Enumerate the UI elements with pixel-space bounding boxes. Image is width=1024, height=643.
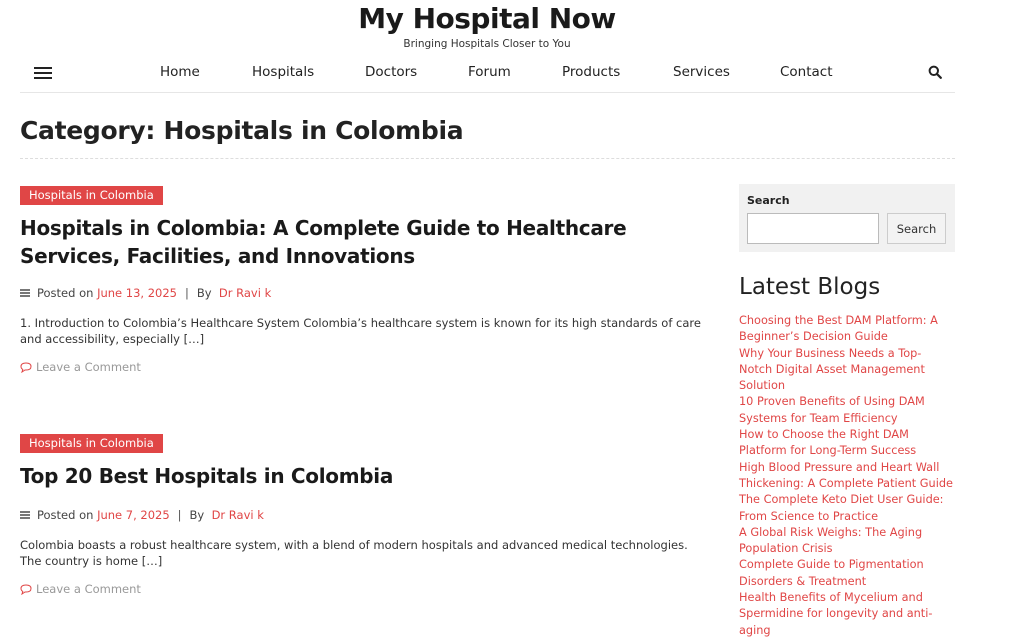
leave-comment-link[interactable]: Leave a Comment [20,360,710,374]
by-label: By [189,508,205,522]
post-excerpt: 1. Introduction to Colombia’s Healthcare… [20,315,710,347]
post-title-line[interactable]: Hospitals in Colombia: A Complete Guide … [20,214,710,242]
excerpt-line: and accessibility, especially […] [20,332,205,346]
latest-blogs-heading: Latest Blogs [739,274,881,300]
list-lines-icon [20,288,30,299]
post-card: Hospitals in Colombia Top 20 Best Hospit… [20,432,710,490]
nav-item-products[interactable]: Products [562,64,620,80]
latest-blog-link[interactable]: Solution [739,378,957,394]
nav-item-doctors[interactable]: Doctors [365,64,417,80]
search-input[interactable] [747,213,879,244]
posted-on-label: Posted on [37,508,94,522]
leave-comment-label[interactable]: Leave a Comment [36,582,141,596]
latest-blog-link[interactable]: From Science to Practice [739,509,957,525]
site-tagline: Bringing Hospitals Closer to You [403,38,571,50]
by-label: By [196,286,212,300]
post-title-line[interactable]: Services, Facilities, and Innovations [20,242,710,270]
excerpt-line: Colombia boasts a robust healthcare syst… [20,538,688,552]
post-date-link[interactable]: June 7, 2025 [97,508,170,522]
latest-blog-link[interactable]: Complete Guide to Pigmentation [739,557,957,573]
category-badge[interactable]: Hospitals in Colombia [20,186,163,205]
category-badge[interactable]: Hospitals in Colombia [20,434,163,453]
latest-blog-link[interactable]: Beginner’s Decision Guide [739,329,957,345]
latest-blog-link[interactable]: Population Crisis [739,541,957,557]
latest-blog-link[interactable]: Why Your Business Needs a Top- [739,346,957,362]
search-button[interactable]: Search [887,213,946,244]
latest-blogs-list: Choosing the Best DAM Platform: A Beginne… [739,313,957,639]
search-label: Search [747,194,790,207]
page-title: Category: Hospitals in Colombia [20,116,464,145]
main-navigation: Home Hospitals Doctors Forum Products Se… [20,58,955,93]
latest-blog-link[interactable]: Platform for Long-Term Success [739,443,957,459]
nav-item-contact[interactable]: Contact [780,64,833,80]
post-title[interactable]: Hospitals in Colombia: A Complete Guide … [20,214,710,270]
list-lines-icon [20,510,30,521]
post-meta: Posted on June 7, 2025 | By Dr Ravi k [20,508,710,522]
title-divider [20,158,955,159]
latest-blog-link[interactable]: The Complete Keto Diet User Guide: [739,492,957,508]
leave-comment-label[interactable]: Leave a Comment [36,360,141,374]
latest-blog-link[interactable]: Notch Digital Asset Management [739,362,957,378]
latest-blog-link[interactable]: Choosing the Best DAM Platform: A [739,313,957,329]
comment-bubble-icon [20,583,32,595]
meta-separator: | [177,508,182,522]
latest-blog-link[interactable]: 10 Proven Benefits of Using DAM [739,394,957,410]
meta-separator: | [185,286,189,300]
post-title[interactable]: Top 20 Best Hospitals in Colombia [20,462,710,490]
post-card: Hospitals in Colombia Hospitals in Colom… [20,184,710,270]
latest-blog-link[interactable]: Health Benefits of Mycelium and [739,590,957,606]
excerpt-line: 1. Introduction to Colombia’s Healthcare… [20,316,701,330]
nav-item-hospitals[interactable]: Hospitals [252,64,314,80]
hamburger-menu-icon[interactable] [34,67,52,79]
site-title[interactable]: My Hospital Now [0,2,974,35]
latest-blog-link[interactable]: Spermidine for longevity and anti- [739,606,957,622]
latest-blog-link[interactable]: Systems for Team Efficiency [739,411,957,427]
leave-comment-link[interactable]: Leave a Comment [20,582,710,596]
nav-item-forum[interactable]: Forum [468,64,511,80]
latest-blog-link[interactable]: High Blood Pressure and Heart Wall [739,460,957,476]
latest-blog-link[interactable]: Disorders & Treatment [739,574,957,590]
latest-blog-link[interactable]: aging [739,623,957,639]
post-meta: Posted on June 13, 2025 | By Dr Ravi k [20,286,710,300]
latest-blog-link[interactable]: A Global Risk Weighs: The Aging [739,525,957,541]
excerpt-line: The country is home […] [20,554,163,568]
posted-on-label: Posted on [37,286,94,300]
post-excerpt: Colombia boasts a robust healthcare syst… [20,537,710,569]
nav-item-home[interactable]: Home [160,64,200,80]
post-title-line[interactable]: Top 20 Best Hospitals in Colombia [20,462,710,490]
latest-blog-link[interactable]: How to Choose the Right DAM [739,427,957,443]
comment-bubble-icon [20,361,32,373]
latest-blog-link[interactable]: Thickening: A Complete Patient Guide [739,476,957,492]
post-date-link[interactable]: June 13, 2025 [97,286,177,300]
nav-item-services[interactable]: Services [673,64,730,80]
author-link[interactable]: Dr Ravi k [219,286,271,300]
search-icon[interactable] [928,65,942,79]
author-link[interactable]: Dr Ravi k [212,508,264,522]
sidebar-search-widget: Search Search [739,184,955,252]
